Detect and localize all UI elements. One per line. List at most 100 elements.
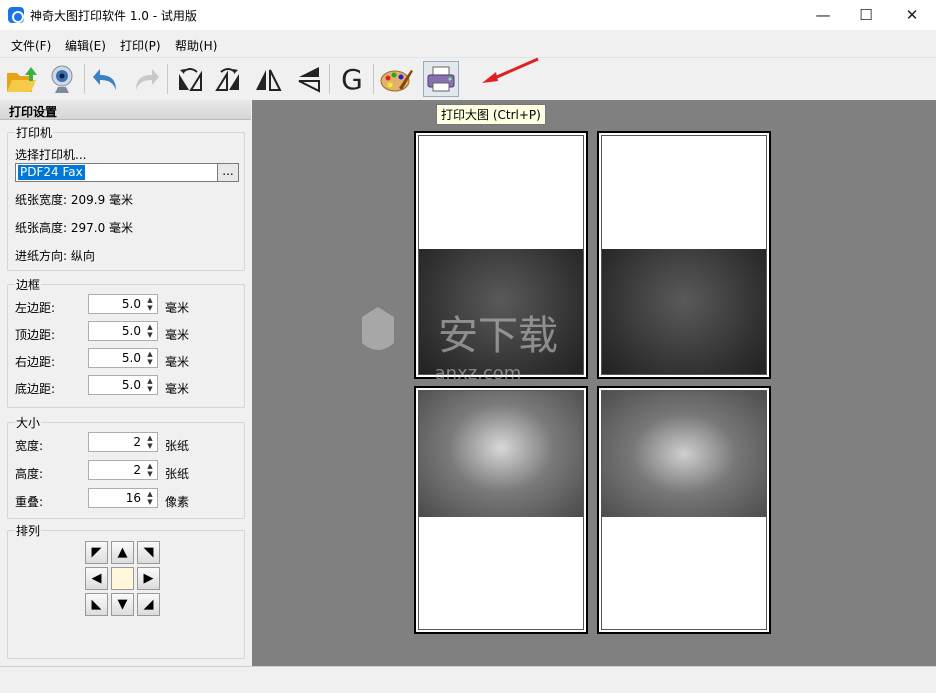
preview-page-bottom-right: [597, 386, 771, 634]
left-margin-spinner[interactable]: 5.0 ▲ ▼: [88, 294, 158, 314]
left-margin-label: 左边距:: [15, 301, 56, 315]
height-spinner[interactable]: 2 ▲ ▼: [88, 460, 158, 480]
annotation-arrow-icon: [482, 57, 539, 83]
right-margin-spinner[interactable]: 5.0 ▲ ▼: [88, 348, 158, 368]
webcam-button[interactable]: [44, 61, 80, 97]
width-spinner[interactable]: 2 ▲ ▼: [88, 432, 158, 452]
align-top-right-button[interactable]: ◥: [137, 541, 160, 564]
redo-button[interactable]: [127, 61, 163, 97]
align-center-button[interactable]: [111, 567, 134, 590]
menu-help[interactable]: 帮助(H): [175, 37, 217, 54]
menu-file[interactable]: 文件(F): [11, 37, 51, 54]
browse-printer-button[interactable]: ...: [217, 163, 239, 182]
menu-edit[interactable]: 编辑(E): [65, 37, 106, 54]
margins-group: 边框 左边距: 5.0 ▲ ▼ 毫米 顶边距: 5.0 ▲ ▼ 毫米 右边距: 5.…: [7, 276, 245, 408]
arrow-up-right-icon: ◥: [143, 545, 154, 560]
image-tile: [419, 391, 583, 517]
arrange-group-title: 排列: [15, 522, 42, 539]
menu-print[interactable]: 打印(P): [120, 37, 161, 54]
arrow-up-left-icon: ◤: [91, 545, 102, 560]
redo-icon: [136, 69, 159, 90]
spinner-arrows-icon[interactable]: ▲ ▼: [145, 490, 155, 506]
paper-width-text: 纸张宽度: 209.9 毫米: [15, 193, 134, 207]
top-margin-value: 5.0: [121, 324, 141, 338]
height-label: 高度:: [15, 467, 44, 481]
overlap-value: 16: [125, 491, 141, 505]
align-bottom-right-button[interactable]: ◢: [137, 593, 160, 616]
close-button[interactable]: ✕: [889, 0, 935, 30]
toolbar-separator: [373, 64, 374, 94]
arrow-down-icon: ▼: [117, 597, 128, 612]
align-left-button[interactable]: ◀: [85, 567, 108, 590]
rotate-left-icon: [179, 68, 202, 91]
title-bar: 神奇大图打印软件 1.0 - 试用版 — ☐ ✕: [0, 0, 936, 30]
arrow-left-icon: ◀: [91, 571, 102, 586]
spinner-arrows-icon[interactable]: ▲ ▼: [145, 323, 155, 339]
spinner-arrows-icon[interactable]: ▲ ▼: [145, 462, 155, 478]
height-unit: 张纸: [165, 467, 190, 481]
bottom-margin-spinner[interactable]: 5.0 ▲ ▼: [88, 375, 158, 395]
size-group-title: 大小: [15, 414, 42, 431]
toolbar-separator: [329, 64, 330, 94]
paper-height-text: 纸张高度: 297.0 毫米: [15, 221, 134, 235]
printer-icon: [427, 66, 455, 92]
color-palette-button[interactable]: [378, 61, 414, 97]
open-folder-button[interactable]: [4, 61, 40, 97]
bottom-margin-value: 5.0: [121, 378, 141, 392]
flip-horizontal-button[interactable]: [250, 61, 286, 97]
preview-page-bottom-left: [414, 386, 588, 634]
watermark-text: 安下载: [438, 313, 558, 359]
margin-unit: 毫米: [165, 301, 190, 315]
undo-icon: [93, 69, 116, 90]
right-margin-value: 5.0: [121, 351, 141, 365]
top-margin-spinner[interactable]: 5.0 ▲ ▼: [88, 321, 158, 341]
image-tile: [602, 249, 766, 374]
align-bottom-button[interactable]: ▼: [111, 593, 134, 616]
printer-selected: PDF24 Fax: [18, 165, 85, 180]
spinner-arrows-icon[interactable]: ▲ ▼: [145, 350, 155, 366]
spinner-arrows-icon[interactable]: ▲ ▼: [145, 377, 155, 393]
rotate-right-icon: [215, 68, 239, 91]
undo-button[interactable]: [89, 61, 125, 97]
margin-unit: 毫米: [165, 328, 190, 342]
minimize-button[interactable]: —: [800, 0, 846, 30]
open-folder-icon: [7, 67, 37, 92]
arrow-right-icon: ▶: [143, 571, 154, 586]
print-big-image-button[interactable]: [423, 61, 459, 97]
align-top-left-button[interactable]: ◤: [85, 541, 108, 564]
align-top-button[interactable]: ▲: [111, 541, 134, 564]
panel-header: 打印设置: [0, 100, 251, 120]
toolbar: G: [0, 57, 936, 99]
spinner-arrows-icon[interactable]: ▲ ▼: [145, 296, 155, 312]
flip-horizontal-icon: [256, 69, 282, 91]
flip-vertical-button[interactable]: [290, 61, 326, 97]
app-icon: [8, 7, 24, 23]
print-preview-area[interactable]: [252, 100, 936, 666]
watermark-logo: 安下载 anxz.com: [362, 307, 558, 383]
grayscale-button[interactable]: G: [334, 61, 370, 97]
arrow-down-right-icon: ◢: [143, 597, 154, 612]
margin-unit: 毫米: [165, 355, 190, 369]
overlap-spinner[interactable]: 16 ▲ ▼: [88, 488, 158, 508]
feed-direction-text: 进纸方向: 纵向: [15, 249, 95, 263]
align-right-button[interactable]: ▶: [137, 567, 160, 590]
right-margin-label: 右边距:: [15, 355, 56, 369]
rotate-left-button[interactable]: [172, 61, 208, 97]
align-bottom-left-button[interactable]: ◣: [85, 593, 108, 616]
margin-unit: 毫米: [165, 382, 190, 396]
width-unit: 张纸: [165, 439, 190, 453]
window-title: 神奇大图打印软件 1.0 - 试用版: [30, 9, 197, 23]
grayscale-g-icon: G: [341, 62, 363, 96]
spinner-arrows-icon[interactable]: ▲ ▼: [145, 434, 155, 450]
top-margin-label: 顶边距:: [15, 328, 56, 342]
rotate-right-button[interactable]: [210, 61, 246, 97]
printer-field[interactable]: PDF24 Fax: [15, 163, 218, 182]
toolbar-separator: [167, 64, 168, 94]
maximize-button[interactable]: ☐: [843, 0, 889, 30]
arrange-group: 排列 ◤ ▲ ◥ ◀ ▶ ◣ ▼ ◢: [7, 522, 245, 659]
arrow-up-icon: ▲: [117, 545, 128, 560]
print-settings-panel: 打印设置 打印机 选择打印机... PDF24 Fax ... 纸张宽度: 20…: [0, 100, 251, 666]
palette-icon: [380, 70, 413, 92]
arrow-down-left-icon: ◣: [91, 597, 102, 612]
width-value: 2: [133, 435, 141, 449]
